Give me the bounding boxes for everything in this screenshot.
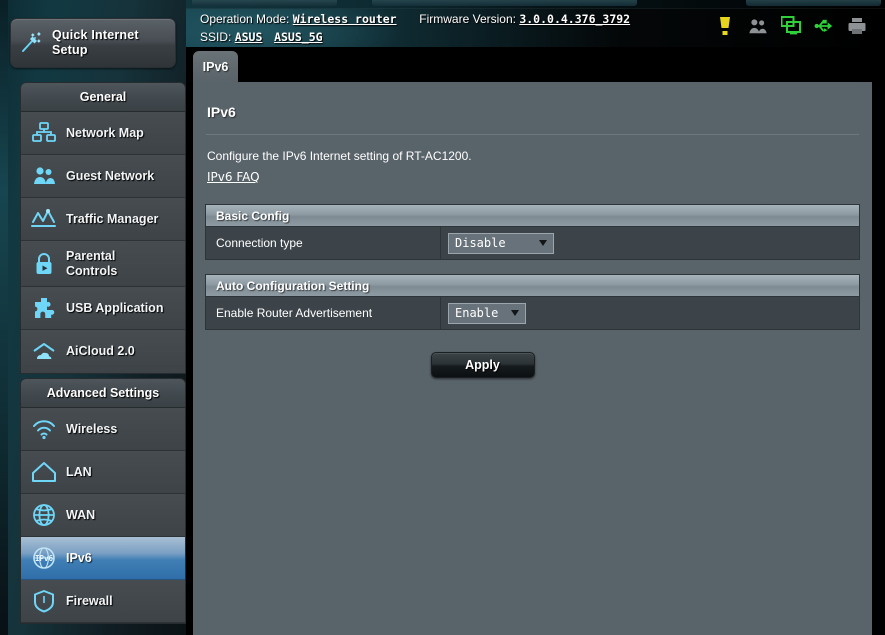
sidebar-item-network-map[interactable]: Network Map	[21, 112, 185, 155]
sidebar-item-label: Parental Controls	[66, 248, 118, 278]
sidebar-item-label: USB Application	[66, 300, 164, 315]
ssid-value-5ghz[interactable]: ASUS_5G	[274, 30, 322, 44]
section-title: Basic Config	[206, 205, 859, 227]
router-advertisement-select[interactable]: EnableDisable	[448, 302, 526, 324]
traffic-manager-icon	[21, 207, 66, 231]
sidebar-item-wan[interactable]: WAN	[21, 494, 185, 537]
ssid-value-24ghz[interactable]: ASUS	[235, 30, 263, 44]
connection-type-select[interactable]: DisableNativeStatic IPv6PassthroughTunne…	[448, 232, 554, 254]
sidebar-group-general-title: General	[21, 83, 185, 112]
row-control: DisableNativeStatic IPv6PassthroughTunne…	[441, 232, 859, 254]
section-auto-configuration: Auto Configuration Setting Enable Router…	[205, 274, 860, 330]
sidebar-item-label: Guest Network	[66, 168, 155, 183]
sidebar-item-wireless[interactable]: Wireless	[21, 408, 185, 451]
tab-bar: IPv6	[186, 47, 885, 82]
guest-users-icon[interactable]	[748, 16, 768, 36]
aicloud-icon	[21, 340, 66, 364]
row-label: Enable Router Advertisement	[206, 297, 441, 329]
lan-icon	[21, 460, 66, 484]
sidebar-item-label: LAN	[66, 464, 92, 479]
printer-icon[interactable]	[847, 16, 867, 36]
alert-icon[interactable]	[715, 16, 735, 36]
firmware-value[interactable]: 3.0.0.4.376_3792	[519, 12, 630, 26]
network-map-icon	[21, 121, 66, 145]
router-admin-page: Quick Internet Setup General Network Map…	[0, 0, 885, 635]
network-clients-icon[interactable]	[781, 16, 801, 36]
wireless-icon	[21, 417, 66, 441]
sidebar-item-label: Network Map	[66, 125, 144, 140]
sidebar-group-advanced-title: Advanced Settings	[21, 379, 185, 408]
header-status-icons	[715, 16, 867, 36]
sidebar-item-label: WAN	[66, 507, 96, 522]
sidebar-item-parental-controls[interactable]: Parental Controls	[21, 241, 185, 287]
sidebar-group-general: General Network Map Guest Network Traffi…	[10, 82, 186, 374]
tab-ipv6[interactable]: IPv6	[193, 51, 238, 82]
sidebar-item-label: Firewall	[66, 593, 113, 608]
svg-text:IPv6: IPv6	[34, 554, 53, 563]
table-row: Connection type DisableNativeStatic IPv6…	[206, 227, 859, 259]
sidebar-group-advanced: Advanced Settings Wireless LAN WAN IPv6 …	[10, 378, 186, 624]
row-label: Connection type	[206, 227, 441, 259]
quick-internet-setup-button[interactable]: Quick Internet Setup	[10, 18, 176, 68]
sidebar: Quick Internet Setup General Network Map…	[0, 0, 186, 635]
guest-network-icon	[21, 164, 66, 188]
sidebar-item-label: IPv6	[66, 550, 92, 565]
ssid-label: SSID:	[200, 30, 232, 44]
usb-icon[interactable]	[814, 16, 834, 36]
operation-mode-value[interactable]: Wireless router	[293, 12, 397, 26]
operation-mode-label: Operation Mode:	[200, 12, 290, 26]
title-divider	[206, 134, 859, 135]
ipv6-icon: IPv6	[21, 545, 66, 571]
row-control: EnableDisable	[441, 302, 859, 324]
apply-button-row: Apply	[193, 352, 872, 378]
content-panel: IPv6 Configure the IPv6 Internet setting…	[193, 82, 872, 635]
header: Operation Mode: Wireless router Firmware…	[186, 0, 885, 47]
sidebar-item-label: Wireless	[66, 421, 118, 436]
sidebar-item-traffic-manager[interactable]: Traffic Manager	[21, 198, 185, 241]
router-advertisement-select-wrap: EnableDisable	[448, 302, 526, 324]
quick-internet-setup-label: Quick Internet Setup	[51, 28, 139, 57]
apply-button[interactable]: Apply	[430, 352, 535, 378]
sidebar-item-lan[interactable]: LAN	[21, 451, 185, 494]
section-basic-config: Basic Config Connection type DisableNati…	[205, 204, 860, 260]
header-top-strip	[186, 0, 885, 9]
sidebar-item-firewall[interactable]: Firewall	[21, 580, 185, 623]
page-title: IPv6	[207, 104, 236, 120]
firmware-label: Firmware Version:	[419, 12, 516, 26]
usb-application-icon	[21, 295, 66, 321]
wan-icon	[21, 502, 66, 528]
ssid-line: SSID: ASUS ASUS_5G	[200, 30, 323, 44]
ipv6-faq-link[interactable]: IPv6 FAQ	[207, 170, 260, 184]
parental-controls-icon	[21, 251, 66, 277]
section-title: Auto Configuration Setting	[206, 275, 859, 297]
connection-type-select-wrap: DisableNativeStatic IPv6PassthroughTunne…	[448, 232, 554, 254]
page-description: Configure the IPv6 Internet setting of R…	[207, 149, 472, 163]
magic-wand-icon	[11, 30, 52, 56]
sidebar-item-ipv6[interactable]: IPv6 IPv6	[21, 537, 185, 580]
firewall-icon	[21, 588, 66, 614]
table-row: Enable Router Advertisement EnableDisabl…	[206, 297, 859, 329]
sidebar-item-label: AiCloud 2.0	[66, 344, 135, 358]
operation-mode-line: Operation Mode: Wireless router Firmware…	[200, 12, 630, 26]
sidebar-item-usb-application[interactable]: USB Application	[21, 287, 185, 330]
sidebar-item-label: Traffic Manager	[66, 211, 159, 226]
sidebar-item-guest-network[interactable]: Guest Network	[21, 155, 185, 198]
sidebar-item-aicloud[interactable]: AiCloud 2.0	[21, 330, 185, 373]
